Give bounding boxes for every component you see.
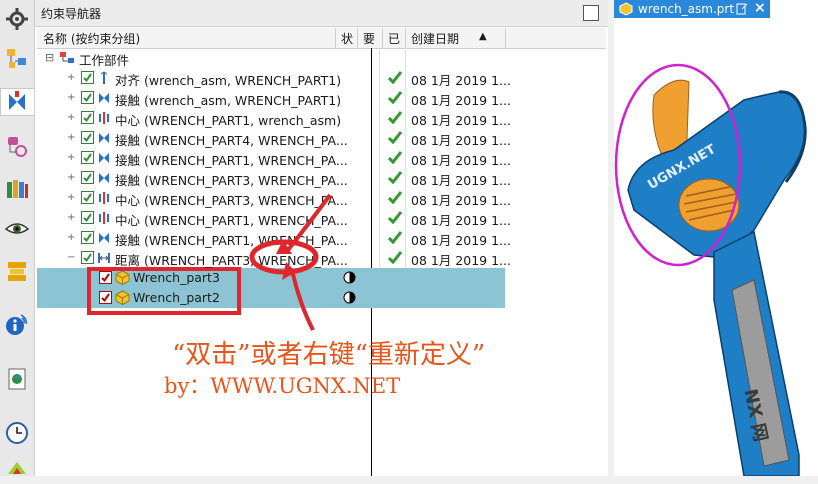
view-tab-title: wrench_asm.prt	[638, 2, 735, 16]
part-file-icon	[619, 2, 633, 16]
float-window-icon[interactable]	[736, 3, 748, 15]
view-tab[interactable]: wrench_asm.prt ×	[614, 0, 770, 18]
close-tab-icon[interactable]: ×	[754, 0, 766, 16]
wrench-model	[614, 63, 807, 477]
annotation-instruction: “双击”或者右键“重新定义”	[172, 340, 486, 370]
graphics-window[interactable]: UGNX.NET NX 网	[614, 0, 818, 477]
annotation-credit: by：WWW.UGNX.NET	[164, 374, 401, 398]
